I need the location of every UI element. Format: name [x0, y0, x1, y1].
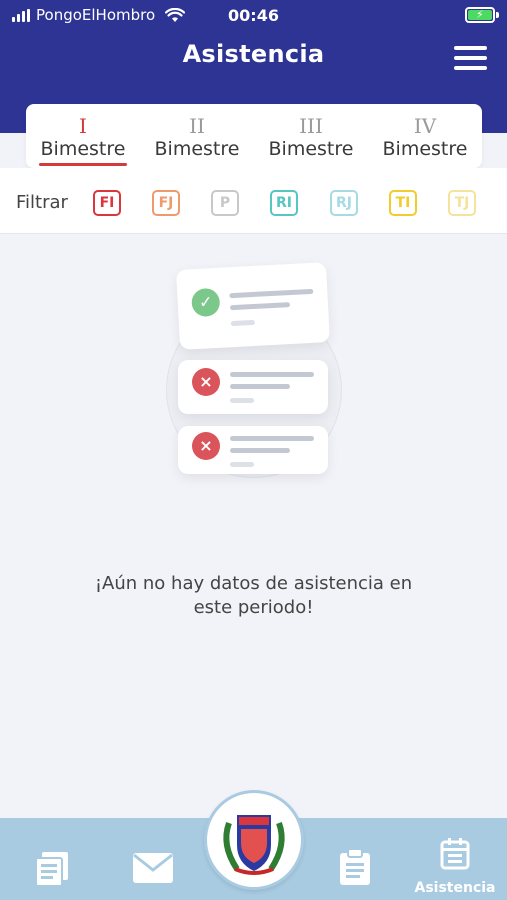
tab-bimestre-4[interactable]: IV Bimestre [368, 104, 482, 168]
illustration-card-present: ✓ [176, 262, 330, 350]
school-logo [223, 815, 285, 875]
illustration-card-absent: × [178, 426, 328, 474]
tab-bimestre-1[interactable]: I Bimestre [26, 104, 140, 168]
cross-icon: × [192, 432, 220, 460]
filter-label: Filtrar [16, 192, 68, 213]
status-bar: PongoElHombro 00:46 ⚡ [0, 0, 507, 30]
battery-nub [496, 12, 499, 18]
nav-label-asistencia[interactable]: Asistencia [405, 880, 505, 896]
news-icon[interactable] [34, 850, 70, 886]
active-tab-indicator [39, 163, 127, 166]
filter-row: Filtrar FI FJ P RI RJ TI TJ [0, 168, 507, 234]
empty-state-message: ¡Aún no hay datos de asistencia en este … [40, 572, 467, 620]
mail-icon[interactable] [132, 852, 174, 884]
clipboard-icon[interactable] [338, 848, 372, 886]
empty-message-line: ¡Aún no hay datos de asistencia en [94, 573, 413, 594]
tab-label: Bimestre [268, 138, 354, 160]
filter-chip-rj[interactable]: RJ [330, 190, 358, 216]
filter-chip-fj[interactable]: FJ [152, 190, 180, 216]
battery-icon: ⚡ [465, 7, 495, 23]
illustration-card-absent: × [178, 360, 328, 414]
school-crest[interactable] [204, 790, 304, 890]
filter-chip-ti[interactable]: TI [389, 190, 417, 216]
calendar-icon[interactable] [440, 838, 470, 870]
cross-icon: × [192, 368, 220, 396]
tab-numeral: IV [413, 114, 437, 138]
filter-chip-fi[interactable]: FI [93, 190, 121, 216]
filter-chip-tj[interactable]: TJ [448, 190, 476, 216]
tab-bimestre-3[interactable]: III Bimestre [254, 104, 368, 168]
check-icon: ✓ [191, 287, 221, 318]
tab-bimestre-2[interactable]: II Bimestre [140, 104, 254, 168]
status-time: 00:46 [228, 6, 279, 25]
term-tabs: I Bimestre II Bimestre III Bimestre IV B… [26, 104, 482, 168]
tab-label: Bimestre [382, 138, 468, 160]
empty-message-line: este periodo! [193, 597, 314, 618]
tab-label: Bimestre [154, 138, 240, 160]
filter-chip-ri[interactable]: RI [270, 190, 298, 216]
tab-numeral: III [299, 114, 323, 138]
tab-numeral: II [189, 114, 205, 138]
tab-label: Bimestre [40, 138, 126, 160]
menu-icon[interactable] [454, 46, 487, 70]
tab-numeral: I [79, 114, 87, 138]
filter-chip-p[interactable]: P [211, 190, 239, 216]
page-title: Asistencia [182, 40, 325, 68]
empty-state-illustration: ✓ × × [160, 262, 350, 482]
